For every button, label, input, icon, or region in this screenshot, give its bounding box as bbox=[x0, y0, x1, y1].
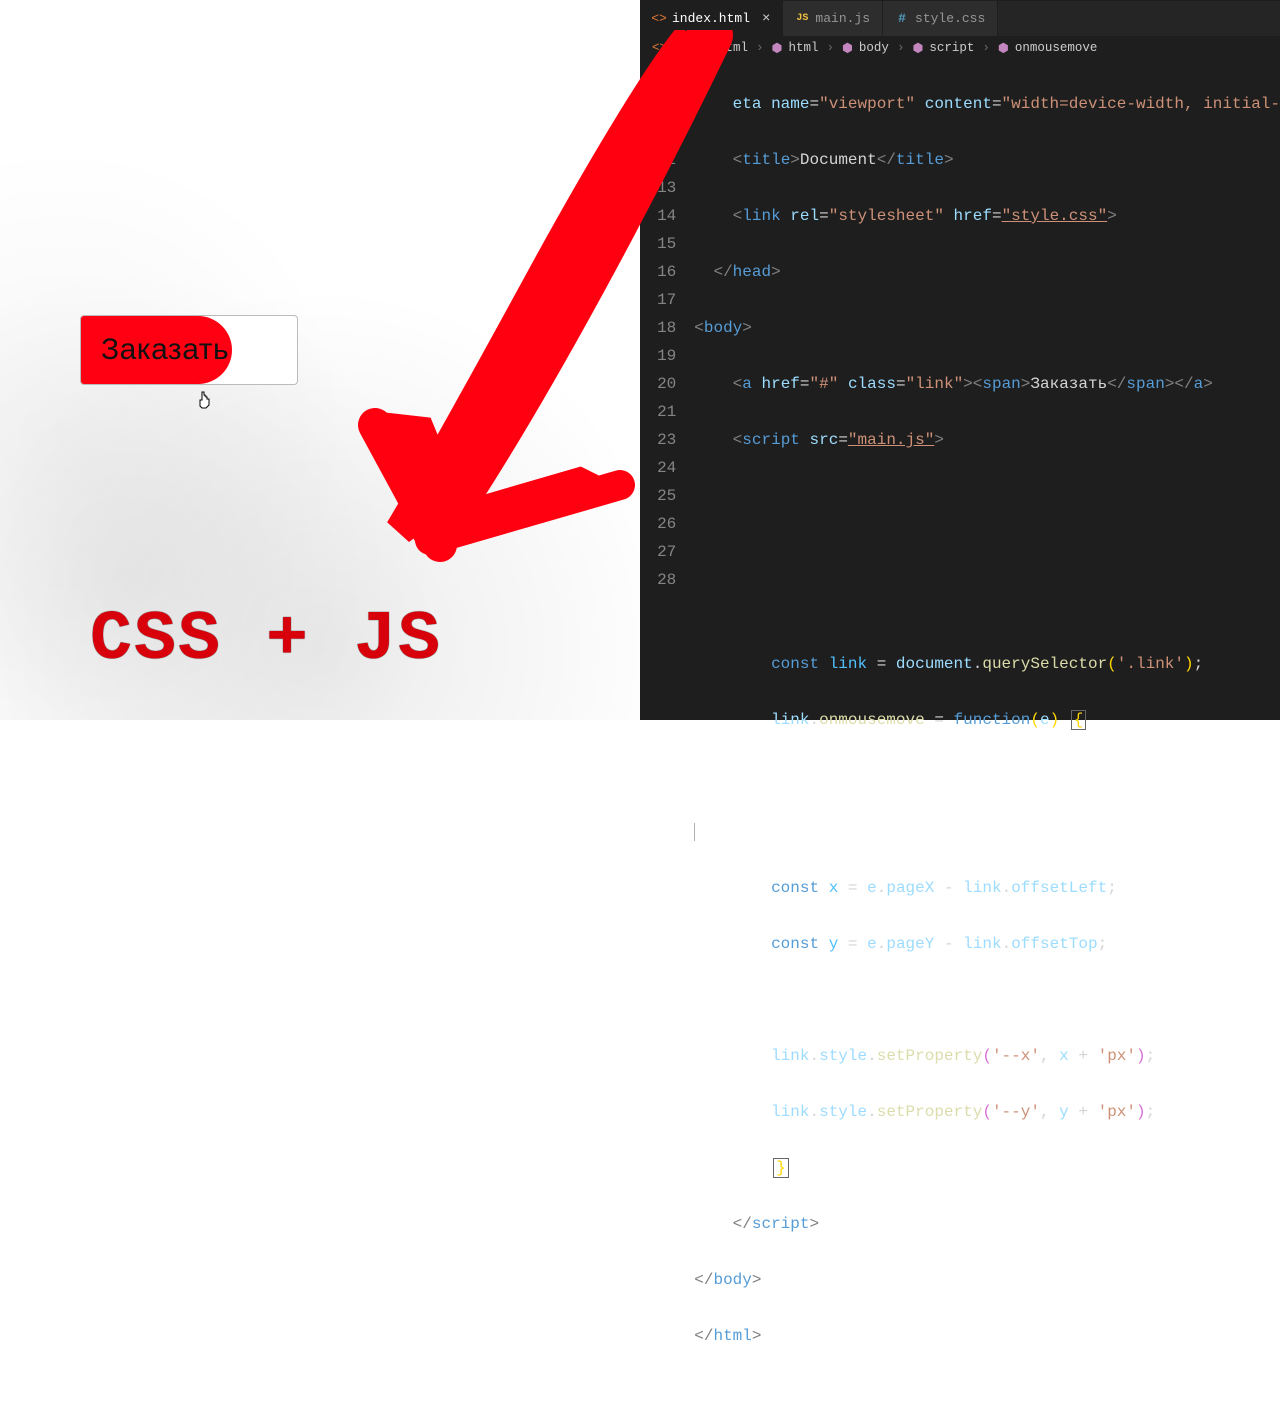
code-line bbox=[694, 538, 1280, 566]
chevron-right-icon: › bbox=[982, 41, 990, 55]
line-number: 16 bbox=[640, 258, 676, 286]
line-number-gutter: 6 7 8 12 13 14 15 16 17 18 19 20 21 23 2… bbox=[640, 62, 694, 1406]
tab-bar: <> index.html × JS main.js # style.css bbox=[640, 0, 1280, 36]
line-number: 17 bbox=[640, 286, 676, 314]
breadcrumb-file[interactable]: index.html bbox=[673, 41, 748, 55]
tab-label: style.css bbox=[915, 11, 985, 26]
html-icon: <> bbox=[652, 41, 667, 55]
code-line bbox=[694, 986, 1280, 1014]
code-line: eta name="viewport" content="width=devic… bbox=[694, 90, 1280, 118]
js-icon: JS bbox=[795, 12, 809, 26]
symbol-icon: ⬢ bbox=[842, 40, 853, 56]
line-number: 19 bbox=[640, 342, 676, 370]
code-line bbox=[694, 818, 1280, 846]
code-line: link.style.setProperty('--x', x + 'px'); bbox=[694, 1042, 1280, 1070]
chevron-right-icon: › bbox=[897, 41, 905, 55]
line-number: 8 bbox=[640, 118, 676, 146]
tab-style-css[interactable]: # style.css bbox=[883, 1, 998, 36]
line-number: 25 bbox=[640, 482, 676, 510]
thumbnail-title: CSS + JS bbox=[90, 601, 442, 680]
text-cursor bbox=[694, 823, 695, 841]
line-number: 23 bbox=[640, 426, 676, 454]
code-line bbox=[694, 482, 1280, 510]
code-line: </head> bbox=[694, 258, 1280, 286]
tab-main-js[interactable]: JS main.js bbox=[783, 1, 883, 36]
css-icon: # bbox=[895, 12, 909, 26]
line-number: 7 bbox=[640, 90, 676, 118]
chevron-right-icon: › bbox=[826, 41, 834, 55]
code-line: } bbox=[694, 1154, 1280, 1182]
code-editor[interactable]: 6 7 8 12 13 14 15 16 17 18 19 20 21 23 2… bbox=[640, 60, 1280, 1406]
close-icon[interactable]: × bbox=[762, 12, 770, 26]
breadcrumb-item[interactable]: html bbox=[788, 41, 818, 55]
line-number: 6 bbox=[640, 62, 676, 90]
line-number: 13 bbox=[640, 174, 676, 202]
code-line: <script src="main.js"> bbox=[694, 426, 1280, 454]
preview-pane: Заказать CSS + JS bbox=[0, 0, 640, 720]
editor-pane: <> index.html × JS main.js # style.css <… bbox=[640, 0, 1280, 720]
tab-label: index.html bbox=[672, 11, 750, 26]
breadcrumb-item[interactable]: script bbox=[929, 41, 974, 55]
code-line: const link = document.querySelector('.li… bbox=[694, 650, 1280, 678]
symbol-icon: ⬢ bbox=[998, 40, 1009, 56]
chevron-right-icon: › bbox=[756, 41, 764, 55]
tab-label: main.js bbox=[815, 11, 870, 26]
code-line: link.onmousemove = function(e) { bbox=[694, 706, 1280, 734]
html-icon: <> bbox=[652, 12, 666, 26]
code-line bbox=[694, 762, 1280, 790]
line-number: 15 bbox=[640, 230, 676, 258]
code-line: link.style.setProperty('--y', y + 'px'); bbox=[694, 1098, 1280, 1126]
breadcrumb: <> index.html › ⬢ html › ⬢ body › ⬢ scri… bbox=[640, 36, 1280, 60]
order-button-label: Заказать bbox=[101, 333, 229, 367]
symbol-icon: ⬢ bbox=[912, 40, 923, 56]
code-line: const x = e.pageX - link.offsetLeft; bbox=[694, 874, 1280, 902]
line-number: 26 bbox=[640, 510, 676, 538]
breadcrumb-item[interactable]: onmousemove bbox=[1015, 41, 1098, 55]
code-line: </body> bbox=[694, 1266, 1280, 1294]
line-number: 27 bbox=[640, 538, 676, 566]
code-line: </script> bbox=[694, 1210, 1280, 1238]
tab-index-html[interactable]: <> index.html × bbox=[640, 1, 783, 36]
line-number: 18 bbox=[640, 314, 676, 342]
line-number: 24 bbox=[640, 454, 676, 482]
line-number: 12 bbox=[640, 146, 676, 174]
line-number: 28 bbox=[640, 566, 676, 594]
code-line bbox=[694, 594, 1280, 622]
code-line: </html> bbox=[694, 1322, 1280, 1350]
line-number: 14 bbox=[640, 202, 676, 230]
line-number: 21 bbox=[640, 398, 676, 426]
code-line: <a href="#" class="link"><span>Заказать<… bbox=[694, 370, 1280, 398]
line-number: 20 bbox=[640, 370, 676, 398]
code-line: <title>Document</title> bbox=[694, 146, 1280, 174]
code-content[interactable]: eta name="viewport" content="width=devic… bbox=[694, 62, 1280, 1406]
symbol-icon: ⬢ bbox=[772, 40, 783, 56]
order-button[interactable]: Заказать bbox=[80, 315, 298, 385]
code-line: <body> bbox=[694, 314, 1280, 342]
code-line: const y = e.pageY - link.offsetTop; bbox=[694, 930, 1280, 958]
code-line: <link rel="stylesheet" href="style.css"> bbox=[694, 202, 1280, 230]
cursor-pointer-icon bbox=[196, 390, 212, 410]
breadcrumb-item[interactable]: body bbox=[859, 41, 889, 55]
